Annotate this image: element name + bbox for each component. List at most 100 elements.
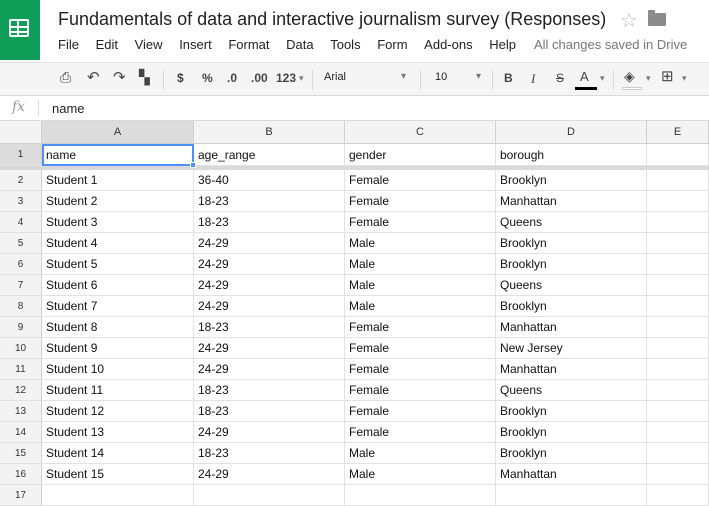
table-cell[interactable]: Male <box>345 233 496 254</box>
table-cell[interactable]: Queens <box>496 212 647 233</box>
table-cell[interactable]: Brooklyn <box>496 296 647 317</box>
table-cell[interactable]: Brooklyn <box>496 254 647 275</box>
table-cell[interactable]: Brooklyn <box>496 233 647 254</box>
table-cell[interactable] <box>647 338 709 359</box>
table-cell[interactable]: Student 1 <box>42 170 194 191</box>
header-cell[interactable]: age_range <box>194 144 345 166</box>
table-cell[interactable]: Student 6 <box>42 275 194 296</box>
header-cell[interactable]: name <box>42 144 194 166</box>
row-header-2[interactable]: 2 <box>0 170 42 191</box>
chevron-down-icon[interactable]: ▾ <box>600 73 605 84</box>
select-all-corner[interactable] <box>0 121 42 144</box>
table-cell[interactable]: Manhattan <box>496 359 647 380</box>
table-cell[interactable]: Brooklyn <box>496 422 647 443</box>
table-cell[interactable]: 24-29 <box>194 233 345 254</box>
table-cell[interactable]: Student 11 <box>42 380 194 401</box>
table-cell[interactable]: 18-23 <box>194 212 345 233</box>
document-title[interactable]: Fundamentals of data and interactive jou… <box>58 9 606 30</box>
table-cell[interactable]: Female <box>345 401 496 422</box>
table-cell[interactable]: Manhattan <box>496 464 647 485</box>
column-header-a[interactable]: A <box>42 121 194 144</box>
menu-form[interactable]: Form <box>377 37 407 52</box>
menu-file[interactable]: File <box>58 37 79 52</box>
column-header-d[interactable]: D <box>496 121 647 144</box>
table-cell[interactable]: 18-23 <box>194 191 345 212</box>
row-header-12[interactable]: 12 <box>0 380 42 401</box>
table-cell[interactable]: Student 2 <box>42 191 194 212</box>
table-cell[interactable]: Student 13 <box>42 422 194 443</box>
table-cell[interactable]: Female <box>345 317 496 338</box>
menu-tools[interactable]: Tools <box>330 37 360 52</box>
table-cell[interactable]: Student 10 <box>42 359 194 380</box>
row-header-10[interactable]: 10 <box>0 338 42 359</box>
table-cell[interactable]: Manhattan <box>496 317 647 338</box>
borders-icon[interactable]: ⊞ <box>661 67 674 85</box>
chevron-down-icon[interactable]: ▾ <box>299 73 304 84</box>
row-header-14[interactable]: 14 <box>0 422 42 443</box>
save-status[interactable]: All changes saved in Drive <box>534 37 687 52</box>
column-header-e[interactable]: E <box>647 121 709 144</box>
table-cell[interactable] <box>647 401 709 422</box>
menu-edit[interactable]: Edit <box>96 37 118 52</box>
folder-icon[interactable] <box>648 10 666 26</box>
table-cell[interactable]: Student 3 <box>42 212 194 233</box>
italic-button[interactable]: I <box>531 71 535 87</box>
text-color-button[interactable]: A <box>580 69 589 84</box>
table-cell[interactable] <box>647 359 709 380</box>
table-cell[interactable]: Brooklyn <box>496 443 647 464</box>
paint-format-icon[interactable]: ▚ <box>139 69 150 86</box>
more-formats-button[interactable]: 123 <box>276 71 296 85</box>
table-cell[interactable]: Female <box>345 212 496 233</box>
table-cell[interactable]: 36-40 <box>194 170 345 191</box>
table-cell[interactable]: Student 9 <box>42 338 194 359</box>
table-cell[interactable] <box>647 380 709 401</box>
row-header-3[interactable]: 3 <box>0 191 42 212</box>
bold-button[interactable]: B <box>504 71 513 85</box>
table-cell[interactable]: Brooklyn <box>496 401 647 422</box>
table-cell[interactable]: 18-23 <box>194 317 345 338</box>
table-cell[interactable]: 18-23 <box>194 443 345 464</box>
table-cell[interactable] <box>647 422 709 443</box>
row-header-16[interactable]: 16 <box>0 464 42 485</box>
row-header-11[interactable]: 11 <box>0 359 42 380</box>
frozen-row-divider[interactable] <box>0 166 709 170</box>
table-cell[interactable] <box>647 275 709 296</box>
table-cell[interactable] <box>647 296 709 317</box>
header-cell[interactable]: gender <box>345 144 496 166</box>
formula-input[interactable]: name <box>52 101 85 116</box>
menu-view[interactable]: View <box>135 37 163 52</box>
table-cell[interactable]: Female <box>345 191 496 212</box>
font-family-select[interactable]: Arial <box>324 71 406 83</box>
undo-icon[interactable]: ↶ <box>87 68 100 86</box>
row-header-9[interactable]: 9 <box>0 317 42 338</box>
table-cell[interactable]: Student 5 <box>42 254 194 275</box>
star-icon[interactable]: ☆ <box>620 8 638 33</box>
chevron-down-icon[interactable]: ▾ <box>646 73 651 84</box>
menu-help[interactable]: Help <box>489 37 516 52</box>
table-cell[interactable]: 24-29 <box>194 275 345 296</box>
print-icon[interactable]: ⎙ <box>60 69 71 86</box>
fill-color-icon[interactable]: ◈ <box>624 68 635 85</box>
row-header-1[interactable]: 1 <box>0 144 42 166</box>
row-header-13[interactable]: 13 <box>0 401 42 422</box>
table-cell[interactable]: Queens <box>496 380 647 401</box>
table-cell[interactable]: Student 14 <box>42 443 194 464</box>
table-cell[interactable] <box>647 212 709 233</box>
table-cell[interactable]: Female <box>345 338 496 359</box>
table-cell[interactable]: Female <box>345 422 496 443</box>
table-cell[interactable]: 18-23 <box>194 401 345 422</box>
menu-data[interactable]: Data <box>286 37 313 52</box>
strikethrough-button[interactable]: S <box>556 71 564 85</box>
row-header-5[interactable]: 5 <box>0 233 42 254</box>
row-header-4[interactable]: 4 <box>0 212 42 233</box>
row-header-15[interactable]: 15 <box>0 443 42 464</box>
table-cell[interactable]: New Jersey <box>496 338 647 359</box>
table-cell[interactable]: 18-23 <box>194 380 345 401</box>
table-cell[interactable]: Male <box>345 254 496 275</box>
table-cell[interactable]: Male <box>345 275 496 296</box>
menu-insert[interactable]: Insert <box>179 37 212 52</box>
decrease-decimal-button[interactable]: .0 <box>227 71 237 85</box>
row-header-8[interactable]: 8 <box>0 296 42 317</box>
redo-icon[interactable]: ↷ <box>113 68 126 86</box>
table-cell[interactable] <box>647 170 709 191</box>
